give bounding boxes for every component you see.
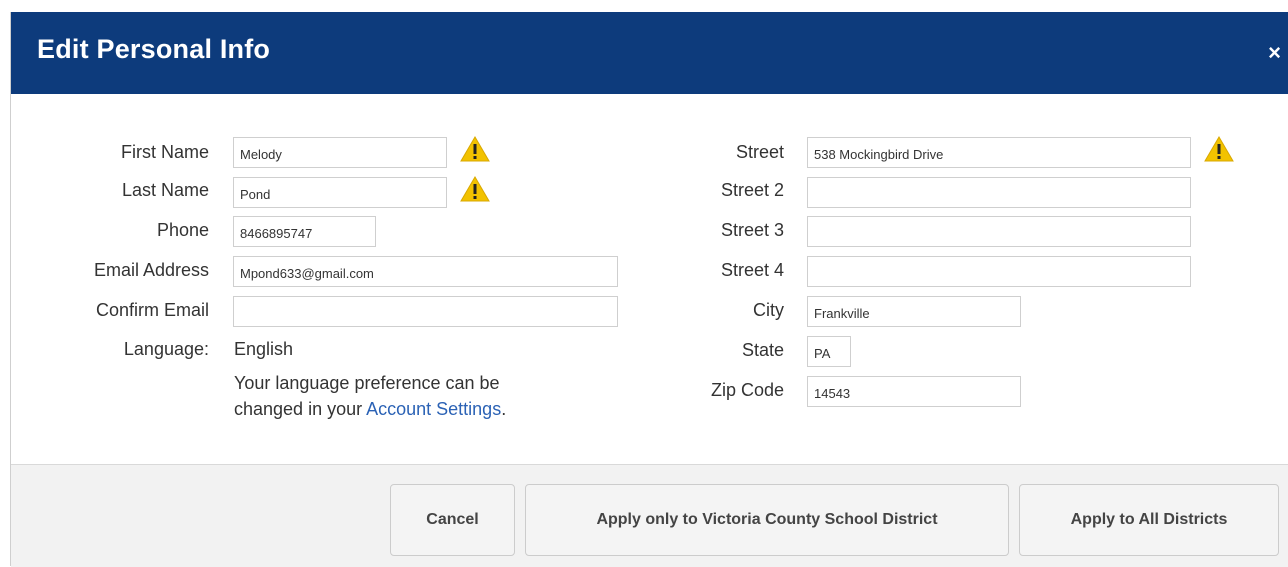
phone-input[interactable] [233,216,376,247]
language-note-line1: Your language preference can be [234,373,500,393]
street-label: Street [735,142,784,162]
warning-icon [460,136,490,162]
email-label: Email Address [93,260,209,280]
close-icon[interactable]: × [1268,40,1281,66]
account-settings-link[interactable]: Account Settings [366,399,501,419]
language-note-prefix: changed in your [234,399,367,419]
warning-icon [1204,136,1234,162]
last-name-label: Last Name [121,180,209,200]
city-input[interactable] [807,296,1021,327]
dialog-footer: Cancel Apply only to Victoria County Sch… [11,464,1288,567]
street4-input[interactable] [807,256,1191,287]
language-note-line2: changed in your Account Settings. [234,397,506,421]
dialog-header: Edit Personal Info × [11,12,1288,94]
first-name-input[interactable] [233,137,447,168]
state-label: State [741,340,784,360]
city-label: City [753,300,784,320]
email-input[interactable] [233,256,618,287]
apply-district-button[interactable]: Apply only to Victoria County School Dis… [525,484,1009,556]
confirm-email-label: Confirm Email [95,300,209,320]
first-name-label: First Name [120,142,209,162]
language-value: English [234,339,294,359]
street3-input[interactable] [807,216,1191,247]
language-note-suffix: . [501,399,507,419]
street-input[interactable] [807,137,1191,168]
apply-all-districts-button[interactable]: Apply to All Districts [1019,484,1279,556]
edit-personal-info-dialog: Edit Personal Info × First Name Last Nam… [10,12,1288,567]
street3-label: Street 3 [720,220,784,240]
zip-code-label: Zip Code [710,380,784,400]
street4-label: Street 4 [720,260,784,280]
dialog-title: Edit Personal Info [37,34,271,64]
last-name-input[interactable] [233,177,447,208]
street2-label: Street 2 [720,180,784,200]
street2-input[interactable] [807,177,1191,208]
phone-label: Phone [156,220,209,240]
cancel-button[interactable]: Cancel [390,484,515,556]
warning-icon [460,176,490,202]
zip-code-input[interactable] [807,376,1021,407]
language-label: Language: [123,339,209,359]
confirm-email-input[interactable] [233,296,618,327]
state-input[interactable] [807,336,851,367]
